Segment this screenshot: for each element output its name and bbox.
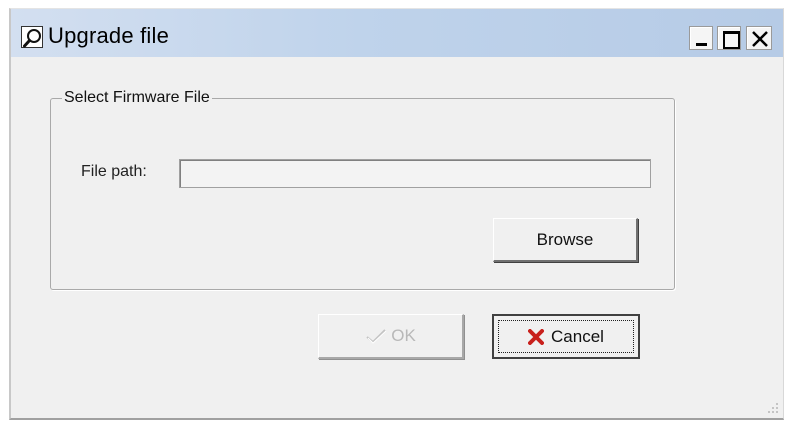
close-icon[interactable]: [746, 26, 772, 50]
minimize-icon[interactable]: [689, 26, 713, 50]
magnifier-icon: [21, 26, 43, 48]
ok-button[interactable]: OK: [318, 314, 464, 359]
file-path-input[interactable]: [179, 159, 651, 188]
ok-label: OK: [391, 326, 416, 345]
group-legend: Select Firmware File: [62, 89, 212, 107]
upgrade-file-dialog: Upgrade file Select Firmware File File p…: [9, 8, 784, 420]
focus-rectangle: Cancel: [498, 320, 634, 353]
resize-grip-icon[interactable]: [766, 401, 780, 415]
checkmark-icon: [365, 328, 387, 344]
firmware-file-group: Select Firmware File File path: Browse: [50, 89, 675, 290]
red-x-icon: [528, 328, 545, 345]
file-path-label: File path:: [81, 163, 147, 180]
title-bar[interactable]: Upgrade file: [11, 9, 783, 57]
browse-button[interactable]: Browse: [493, 218, 638, 262]
window-title: Upgrade file: [48, 23, 170, 48]
maximize-icon[interactable]: [717, 26, 741, 50]
cancel-label: Cancel: [551, 326, 604, 346]
cancel-button[interactable]: Cancel: [492, 314, 640, 359]
